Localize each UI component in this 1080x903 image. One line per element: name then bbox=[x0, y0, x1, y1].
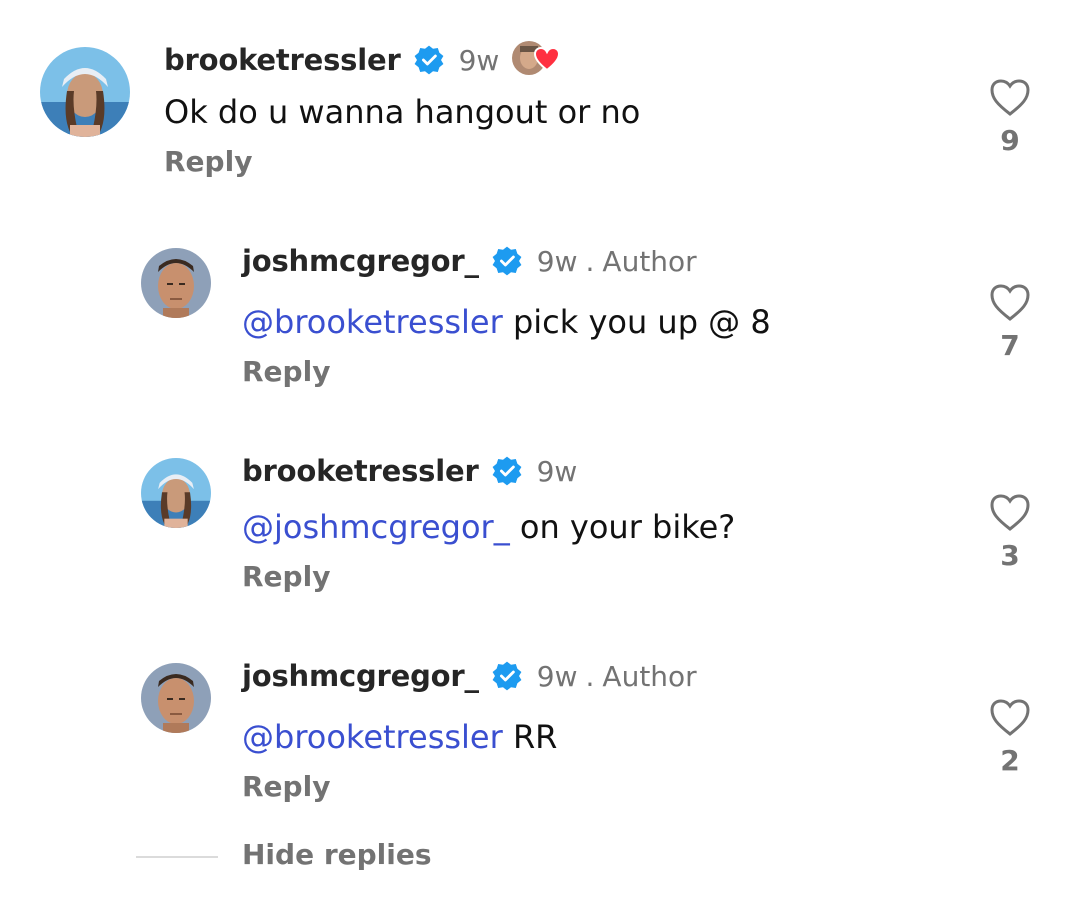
username[interactable]: joshmcgregor_ bbox=[242, 244, 479, 278]
username[interactable]: brooketressler bbox=[164, 43, 401, 77]
comment-text: Ok do u wanna hangout or no bbox=[164, 93, 641, 131]
verified-badge-icon bbox=[492, 456, 521, 486]
like-control: 2 bbox=[985, 698, 1035, 777]
like-count: 9 bbox=[1000, 124, 1020, 157]
separator-dot: . bbox=[585, 659, 595, 693]
separator-dot: . bbox=[585, 244, 595, 278]
username[interactable]: joshmcgregor_ bbox=[242, 659, 479, 693]
timestamp: 9w bbox=[536, 659, 578, 693]
mention-link[interactable]: @brooketressler bbox=[242, 303, 503, 341]
heart-icon[interactable] bbox=[989, 283, 1031, 323]
heart-icon[interactable] bbox=[989, 78, 1031, 118]
like-count: 7 bbox=[1000, 329, 1020, 362]
mention-link[interactable]: @joshmcgregor_ bbox=[242, 508, 510, 546]
comment-text: @brooketressler RR bbox=[242, 718, 557, 756]
verified-badge-icon bbox=[492, 246, 522, 276]
timestamp: 9w bbox=[536, 454, 578, 488]
username[interactable]: brooketressler bbox=[242, 454, 479, 488]
reply-button[interactable]: Reply bbox=[242, 355, 330, 388]
like-count: 2 bbox=[1000, 744, 1020, 777]
mention-link[interactable]: @brooketressler bbox=[242, 718, 503, 756]
avatar[interactable] bbox=[141, 248, 211, 318]
comment-text: @joshmcgregor_ on your bike? bbox=[242, 508, 735, 546]
like-control: 7 bbox=[985, 283, 1035, 362]
woman-avatar-icon bbox=[40, 47, 130, 137]
avatar[interactable] bbox=[141, 663, 211, 733]
comment-body: on your bike? bbox=[509, 508, 736, 546]
timestamp: 9w bbox=[536, 244, 578, 278]
man-avatar-icon bbox=[141, 248, 211, 318]
hide-replies-button[interactable]: Hide replies bbox=[242, 838, 432, 871]
man-avatar-icon bbox=[141, 663, 211, 733]
verified-badge-icon bbox=[414, 45, 443, 75]
comment-text: @brooketressler pick you up @ 8 bbox=[242, 303, 771, 341]
avatar[interactable] bbox=[40, 47, 130, 137]
reply-button[interactable]: Reply bbox=[242, 560, 330, 593]
comment-body: RR bbox=[502, 718, 558, 756]
heart-icon[interactable] bbox=[989, 698, 1031, 738]
like-control: 9 bbox=[985, 78, 1035, 157]
timestamp: 9w bbox=[458, 43, 500, 77]
divider-line bbox=[136, 856, 218, 858]
woman-avatar-icon bbox=[141, 458, 211, 528]
reply-button[interactable]: Reply bbox=[242, 770, 330, 803]
like-control: 3 bbox=[985, 493, 1035, 572]
like-count: 3 bbox=[1000, 539, 1020, 572]
liked-by-creator-heart-icon bbox=[534, 46, 561, 72]
creator-liked-badge bbox=[511, 40, 561, 80]
verified-badge-icon bbox=[492, 661, 522, 691]
author-label: Author bbox=[602, 659, 697, 693]
avatar[interactable] bbox=[141, 458, 211, 528]
reply-button[interactable]: Reply bbox=[164, 145, 252, 178]
heart-icon[interactable] bbox=[989, 493, 1031, 533]
author-label: Author bbox=[602, 244, 697, 278]
comment-body: pick you up @ 8 bbox=[502, 303, 771, 341]
